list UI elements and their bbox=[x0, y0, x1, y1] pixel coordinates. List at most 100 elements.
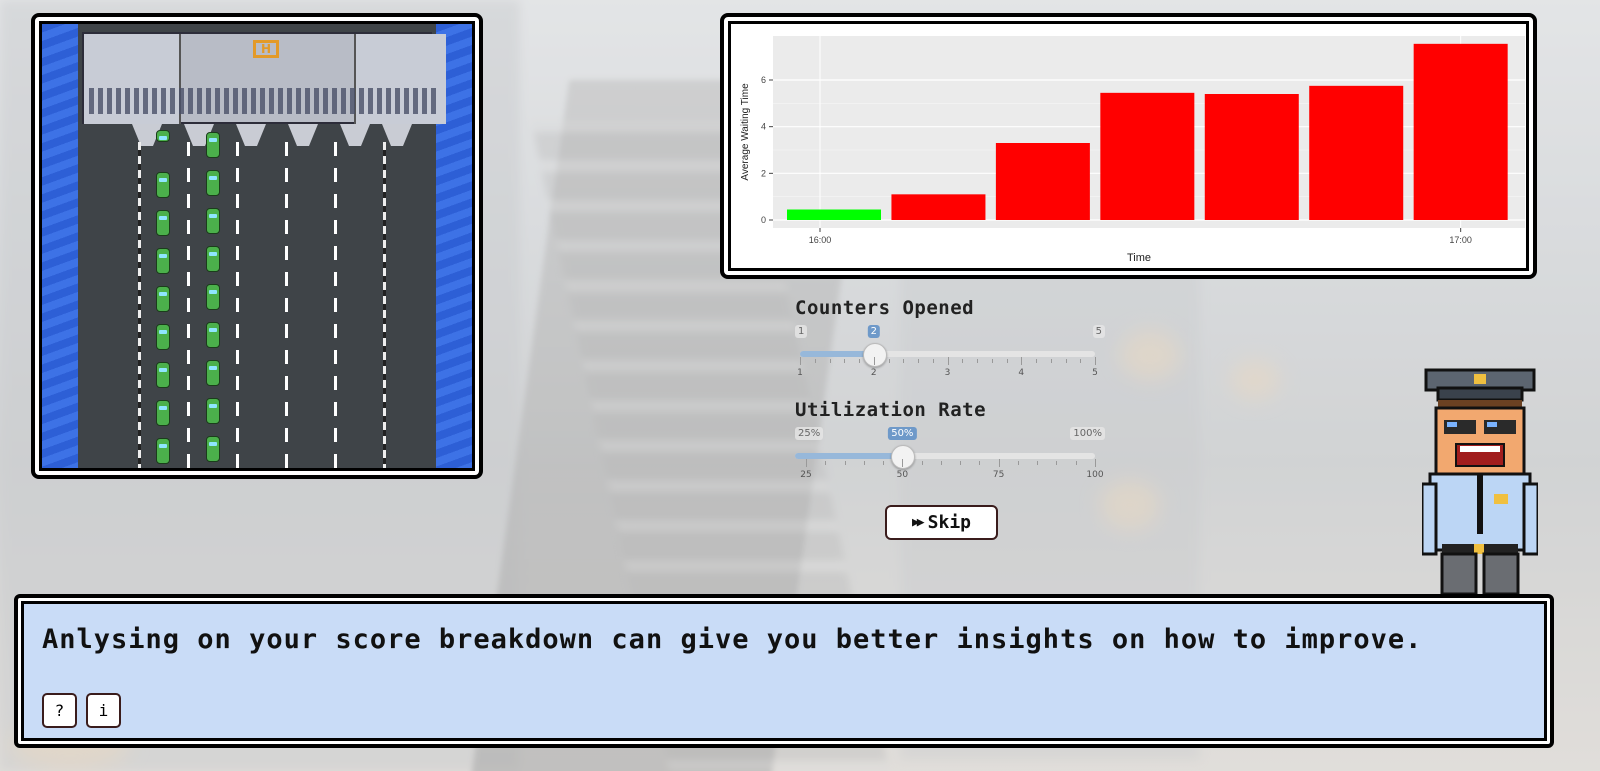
queued-car bbox=[156, 324, 170, 350]
slider-tick bbox=[977, 359, 978, 363]
queued-car bbox=[156, 362, 170, 388]
queued-car bbox=[156, 286, 170, 312]
queued-car bbox=[206, 132, 220, 158]
bar bbox=[1309, 85, 1404, 220]
queued-car bbox=[156, 248, 170, 274]
slider-tick bbox=[1006, 359, 1008, 363]
slider-tick bbox=[859, 359, 860, 363]
slider-tick bbox=[979, 461, 981, 465]
slider-tick bbox=[947, 357, 949, 365]
info-button[interactable]: i bbox=[86, 693, 121, 728]
slider-tick bbox=[1036, 359, 1037, 363]
skip-label: Skip bbox=[927, 512, 971, 533]
queued-car bbox=[206, 208, 220, 234]
slider-tick bbox=[1021, 357, 1023, 365]
helipad-sign: H bbox=[253, 40, 279, 58]
queued-car bbox=[206, 246, 220, 272]
bar bbox=[787, 209, 881, 220]
x-axis-label: Time bbox=[1127, 252, 1151, 264]
queued-car bbox=[156, 172, 170, 198]
queued-car bbox=[206, 398, 220, 424]
slider-tick-label: 25 bbox=[800, 470, 812, 480]
slider-tick-label: 2 bbox=[870, 368, 877, 378]
toll-plaza-panel: H bbox=[31, 13, 483, 479]
slider-tick bbox=[1095, 357, 1096, 365]
slider-tick bbox=[1037, 461, 1039, 465]
slider-tick bbox=[814, 359, 816, 363]
slider-tick bbox=[940, 461, 942, 465]
counters-slider[interactable]: 2 1 2 3 4 5 bbox=[797, 297, 1098, 387]
y-axis-label: Average Waiting Time bbox=[740, 83, 751, 181]
bar bbox=[1204, 94, 1299, 220]
queued-car bbox=[206, 284, 220, 310]
bar bbox=[1100, 92, 1195, 220]
slider-tick bbox=[888, 359, 890, 363]
counters-handle[interactable] bbox=[862, 343, 887, 367]
queued-car bbox=[156, 438, 170, 464]
waiting-time-chart: 0 2 4 6 16:00 17:00 Time Average Waiting Time bbox=[728, 21, 1529, 271]
slider-tick bbox=[991, 359, 993, 363]
slider-tick bbox=[883, 461, 885, 465]
slider-tick-label: 100 bbox=[1086, 470, 1104, 480]
slider-tick-label: 75 bbox=[992, 470, 1005, 480]
utilization-slider[interactable]: 50% 25 50 75 100 bbox=[795, 399, 1104, 489]
queued-car bbox=[206, 322, 220, 348]
toll-plaza-view: H bbox=[39, 21, 475, 471]
utilization-slider-group: Utilization Rate 25% 100% 50% 25 50 75 100 bbox=[795, 399, 1105, 489]
utilization-handle[interactable] bbox=[891, 445, 916, 469]
slider-tick bbox=[873, 357, 875, 365]
slider-tick bbox=[1080, 359, 1082, 363]
dialog-text: Anlysing on your score breakdown can giv… bbox=[42, 624, 1423, 655]
queued-car bbox=[206, 360, 220, 386]
bar bbox=[995, 143, 1090, 220]
slider-tick bbox=[806, 459, 807, 467]
slider-tick bbox=[844, 461, 846, 465]
slider-tick bbox=[998, 459, 1000, 467]
officer-character bbox=[1422, 368, 1538, 596]
water-left bbox=[42, 24, 78, 468]
utilization-value-label: 50% bbox=[888, 427, 917, 440]
slider-tick bbox=[918, 359, 919, 363]
dialog-inner: Anlysing on your score breakdown can giv… bbox=[21, 601, 1547, 741]
slider-tick bbox=[863, 461, 865, 465]
y-tick-label: 0 bbox=[761, 215, 766, 225]
slider-tick bbox=[1017, 461, 1019, 465]
slider-tick-label: 3 bbox=[944, 368, 951, 378]
x-tick-label: 17:00 bbox=[1449, 235, 1472, 245]
slider-tick bbox=[902, 459, 904, 467]
queued-car bbox=[156, 400, 170, 426]
slider-tick bbox=[921, 461, 923, 465]
slider-tick bbox=[800, 357, 801, 365]
queued-car bbox=[156, 210, 170, 236]
slider-tick bbox=[960, 461, 962, 465]
slider-tick bbox=[844, 359, 846, 363]
y-tick-label: 6 bbox=[761, 75, 766, 85]
slider-tick bbox=[962, 359, 964, 363]
slider-tick bbox=[1075, 461, 1077, 465]
bar-chart: 0 2 4 6 16:00 17:00 Time Average Waiting Time bbox=[740, 36, 1525, 264]
queued-car bbox=[206, 170, 220, 196]
slider-tick bbox=[1095, 459, 1096, 467]
slider-tick bbox=[825, 461, 827, 465]
slider-tick bbox=[1050, 359, 1052, 363]
slider-tick bbox=[829, 359, 831, 363]
slider-tick bbox=[1056, 461, 1058, 465]
chart-panel: 0 2 4 6 16:00 17:00 Time Average Waiting Time bbox=[720, 13, 1537, 279]
slider-tick bbox=[903, 359, 905, 363]
queued-car bbox=[156, 130, 170, 142]
fast-forward-icon: ▶▶ bbox=[911, 515, 925, 530]
slider-tick-label: 4 bbox=[1018, 368, 1025, 378]
bar bbox=[891, 194, 986, 220]
slider-tick bbox=[932, 359, 934, 363]
x-tick-label: 16:00 bbox=[809, 235, 832, 245]
queued-car bbox=[206, 436, 220, 462]
counters-slider-group: Counters Opened 1 5 2 12345 bbox=[795, 297, 1105, 387]
counters-value-label: 2 bbox=[867, 325, 880, 338]
dialog-box: Anlysing on your score breakdown can giv… bbox=[14, 594, 1554, 748]
y-tick-label: 4 bbox=[761, 122, 766, 132]
skip-button[interactable]: ▶▶ Skip bbox=[885, 505, 998, 540]
slider-tick bbox=[1065, 359, 1067, 363]
slider-tick-label: 1 bbox=[797, 368, 803, 378]
help-button[interactable]: ? bbox=[42, 693, 77, 728]
bar bbox=[1413, 43, 1508, 220]
